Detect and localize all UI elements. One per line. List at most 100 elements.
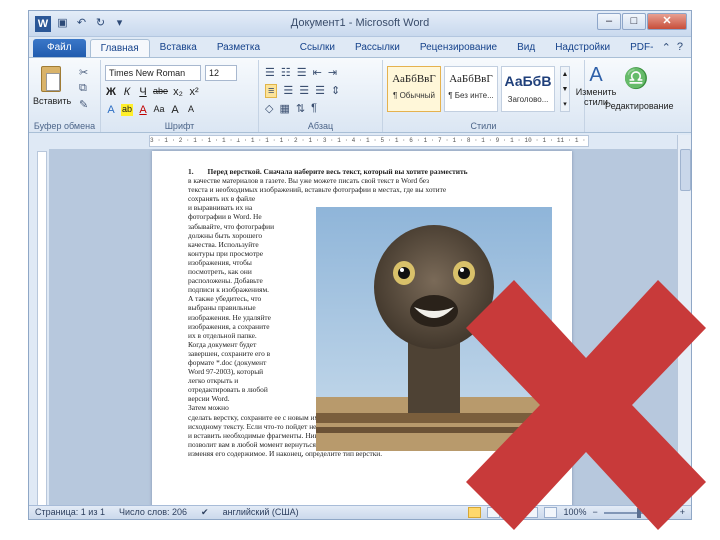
minimize-button[interactable]: – — [597, 13, 621, 30]
maximize-button[interactable]: □ — [622, 13, 646, 30]
shrink-font-button[interactable]: A — [185, 104, 197, 116]
wrap-line: выбраны правильные — [188, 303, 256, 313]
window-controls: – □ ✕ — [597, 13, 687, 30]
wrap-line: отредактировать в любой — [188, 385, 268, 395]
web-layout-view-button[interactable] — [506, 507, 520, 518]
status-left: Страница: 1 из 1 Число слов: 206 ✔ англи… — [35, 506, 299, 519]
style-no-spacing[interactable]: АаБбВвГ ¶ Без инте... — [444, 66, 498, 112]
ribbon-tabs: Файл Главная Вставка Разметка страницы С… — [29, 38, 691, 71]
wrap-line: Когда документ будет — [188, 339, 257, 349]
wrap-line: должны быть хорошего — [188, 230, 263, 240]
tab-page-layout[interactable]: Разметка страницы — [207, 39, 290, 71]
italic-button[interactable]: К — [121, 86, 133, 98]
tab-review[interactable]: Рецензирование — [410, 39, 507, 58]
grow-font-button[interactable]: A — [169, 104, 181, 116]
paragraph-group-label: Абзац — [307, 121, 334, 131]
text-effects-button[interactable]: A — [105, 104, 117, 116]
style-heading-1[interactable]: АаБбВ Заголово... — [501, 66, 555, 112]
borders-icon[interactable]: ▦ — [279, 102, 289, 115]
wrap-line: фотографии в Word. Не — [188, 212, 262, 222]
line-spacing-icon[interactable]: ⇕ — [331, 84, 340, 98]
underline-button[interactable]: Ч — [137, 86, 149, 98]
copy-icon[interactable]: ⧉ — [79, 82, 87, 95]
bold-button[interactable]: Ж — [105, 86, 117, 98]
draft-view-button[interactable] — [544, 507, 558, 518]
tab-mailings[interactable]: Рассылки — [345, 39, 410, 58]
styles-scroll[interactable]: ▲ ▼ ▾ — [560, 66, 570, 112]
wrap-line: расположены. Добавьте — [188, 276, 263, 286]
proofing-icon[interactable]: ✔ — [201, 506, 209, 519]
document-page[interactable]: 1. Перед версткой. Сначала наберите весь … — [152, 151, 572, 509]
full-screen-view-button[interactable] — [487, 507, 501, 518]
wrap-line: их в отдельной папке. — [188, 330, 257, 340]
font-size-select[interactable]: 12 — [205, 65, 237, 81]
wrap-line: А также убедитесь, что — [188, 294, 262, 304]
horizontal-ruler[interactable]: 3 · 1 · 2 · 1 · 1 · 1 · ⊥ · 1 · 1 · 1 · … — [149, 135, 589, 147]
zoom-level[interactable]: 100% — [563, 506, 586, 519]
wrap-line: завершен, сохраните его в — [188, 348, 271, 358]
increase-indent-icon[interactable]: ⇥ — [328, 66, 337, 79]
wrap-line: забывайте, что фотографии — [188, 221, 275, 231]
outline-view-button[interactable] — [525, 507, 539, 518]
sort-icon[interactable]: ⇅ — [296, 102, 305, 115]
align-right-icon[interactable]: ☰ — [299, 84, 309, 98]
highlight-button[interactable]: ab — [121, 104, 133, 116]
tab-addins[interactable]: Надстройки — [545, 39, 620, 58]
tab-view[interactable]: Вид — [507, 39, 545, 58]
decrease-indent-icon[interactable]: ⇤ — [313, 66, 322, 79]
align-center-icon[interactable]: ☰ — [283, 84, 293, 98]
wrap-line: контуры при просмотре — [188, 248, 264, 258]
wrap-line: легко открыть и — [188, 376, 239, 386]
zoom-out-icon[interactable]: − — [592, 506, 597, 519]
wrap-line: подписи к изображениям. — [188, 285, 270, 295]
paragraph-list-row: ☰ ☷ ☰ ⇤ ⇥ — [265, 66, 337, 79]
numbering-icon[interactable]: ☷ — [281, 66, 291, 79]
help-icon[interactable]: ? — [677, 41, 683, 54]
shading-icon[interactable]: ◇ — [265, 102, 273, 115]
tab-file[interactable]: Файл — [33, 39, 86, 58]
language-indicator[interactable]: английский (США) — [223, 506, 299, 519]
superscript-button[interactable]: x² — [188, 86, 200, 98]
paste-button[interactable]: Вставить — [33, 96, 71, 106]
font-name-select[interactable]: Times New Roman — [105, 65, 201, 81]
window-title: Документ1 - Microsoft Word — [290, 17, 430, 29]
zoom-in-icon[interactable]: + — [680, 506, 685, 519]
strikethrough-button[interactable]: abe — [153, 86, 168, 98]
style-name: ¶ Без инте... — [448, 91, 494, 100]
cut-icon[interactable]: ✂ — [79, 66, 88, 79]
text-line: в качестве материалов в газете. Вы уже м… — [188, 176, 430, 186]
emu-photo[interactable] — [316, 207, 552, 451]
title-bar: W ▣ ↶ ↻ ▾ Документ1 - Microsoft Word – □… — [29, 11, 691, 37]
close-button[interactable]: ✕ — [647, 13, 687, 30]
tab-insert[interactable]: Вставка — [150, 39, 207, 58]
heading-number: 1. — [188, 167, 194, 176]
wrap-line: изображения, чтобы — [188, 257, 252, 267]
tab-references[interactable]: Ссылки — [290, 39, 345, 58]
align-left-icon[interactable]: ≡ — [265, 84, 278, 98]
collapse-ribbon-icon[interactable]: ⌃ — [662, 41, 671, 54]
tab-home[interactable]: Главная — [89, 39, 150, 58]
print-layout-view-button[interactable] — [468, 507, 482, 518]
subscript-button[interactable]: x₂ — [172, 86, 184, 98]
vertical-ruler[interactable] — [37, 151, 47, 511]
format-painter-icon[interactable]: ✎ — [79, 98, 88, 111]
help-area: ⌃ ? — [662, 41, 683, 54]
page-indicator[interactable]: Страница: 1 из 1 — [35, 506, 105, 519]
justify-icon[interactable]: ☰ — [315, 84, 325, 98]
style-name: ¶ Обычный — [393, 91, 435, 100]
vertical-scrollbar[interactable] — [677, 135, 691, 509]
show-marks-icon[interactable]: ¶ — [311, 102, 317, 115]
paste-icon[interactable] — [41, 66, 61, 92]
style-normal[interactable]: АаБбВвГ ¶ Обычный — [387, 66, 441, 112]
editing-button[interactable]: ♎ Редактирование — [605, 66, 674, 111]
bullets-icon[interactable]: ☰ — [265, 66, 275, 79]
zoom-slider[interactable] — [603, 507, 674, 518]
font-color-button[interactable]: A — [137, 104, 149, 116]
wrap-line: и выравнивать их на — [188, 203, 253, 213]
change-case-button[interactable]: Aa — [153, 104, 165, 116]
multilevel-list-icon[interactable]: ☰ — [297, 66, 307, 79]
word-count[interactable]: Число слов: 206 — [119, 506, 187, 519]
document-area[interactable]: 1. Перед версткой. Сначала наберите весь … — [49, 149, 677, 509]
paragraph-group: ☰ ☷ ☰ ⇤ ⇥ ≡ ☰ ☰ ☰ ⇕ ◇ ▦ ⇅ ¶ Абзац — [259, 60, 383, 132]
heading-text: Перед версткой. Сначала наберите весь те… — [207, 167, 468, 176]
